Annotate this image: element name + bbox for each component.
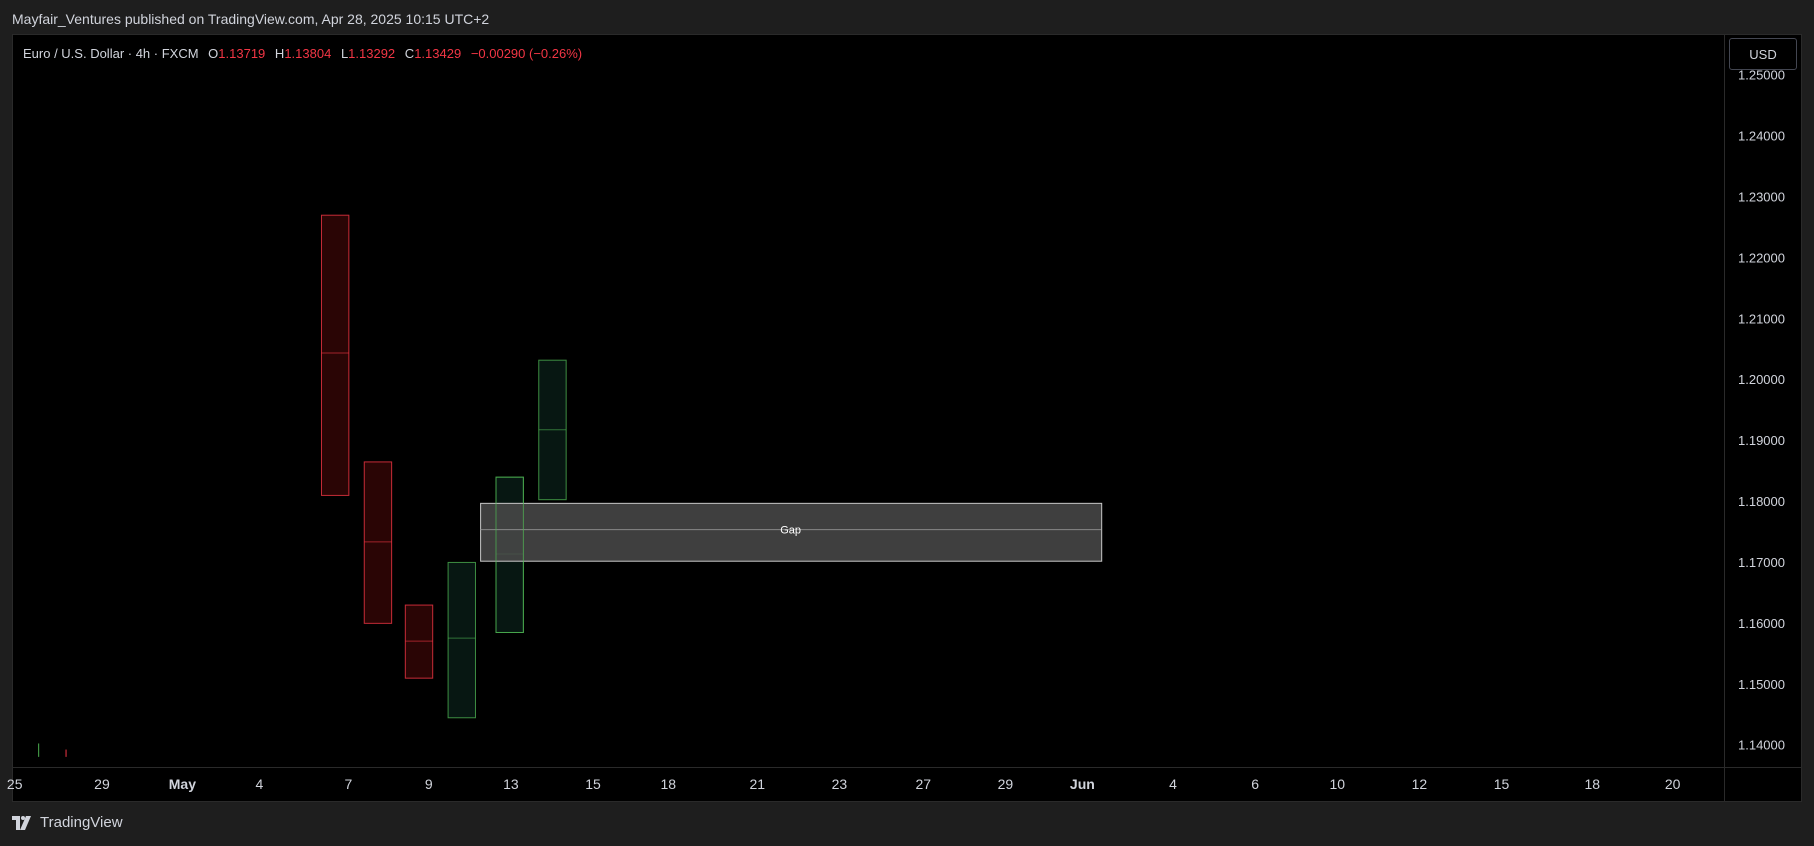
time-tick-label: 23	[832, 776, 848, 792]
open-label: O	[208, 46, 219, 61]
high-value: 1.13804	[284, 46, 332, 61]
time-tick-label: 13	[503, 776, 519, 792]
close-label: C	[404, 46, 415, 61]
time-tick-label: 9	[425, 776, 433, 792]
low-value: 1.13292	[348, 46, 396, 61]
time-tick-label: Jun	[1070, 776, 1095, 792]
currency-button[interactable]: USD	[1729, 38, 1797, 70]
time-tick-label: 7	[344, 776, 352, 792]
price-tick-label: 1.20000	[1738, 372, 1785, 387]
time-tick-label: 25	[7, 776, 23, 792]
time-tick-label: 6	[1251, 776, 1259, 792]
tradingview-brand[interactable]: TradingView	[12, 814, 123, 831]
bullish-box[interactable]	[447, 561, 476, 719]
symbol-description[interactable]: Euro / U.S. Dollar · 4h · FXCM	[23, 46, 199, 61]
price-tick-label: 1.23000	[1738, 189, 1785, 204]
price-tick-label: 1.24000	[1738, 129, 1785, 144]
time-tick-label: 27	[915, 776, 931, 792]
price-tick-label: 1.14000	[1738, 738, 1785, 753]
time-tick-label: 18	[661, 776, 677, 792]
time-tick-label: 15	[585, 776, 601, 792]
price-tick-label: 1.21000	[1738, 311, 1785, 326]
time-tick-label: 12	[1412, 776, 1428, 792]
price-tick-label: 1.22000	[1738, 250, 1785, 265]
time-tick-label: 4	[1169, 776, 1177, 792]
close-value: 1.13429	[414, 46, 462, 61]
time-tick-label: 4	[255, 776, 263, 792]
time-tick-label: 21	[749, 776, 765, 792]
bearish-box[interactable]	[320, 214, 350, 496]
price-tick-label: 1.15000	[1738, 677, 1785, 692]
high-label: H	[274, 46, 285, 61]
price-tick-label: 1.17000	[1738, 555, 1785, 570]
price-tick-label: 1.19000	[1738, 433, 1785, 448]
price-chart[interactable]: 1.250001.240001.230001.220001.210001.200…	[0, 0, 1814, 846]
tradingview-logo-icon	[12, 815, 31, 830]
time-tick-label: 15	[1494, 776, 1510, 792]
time-tick-label: 20	[1665, 776, 1681, 792]
gap-label: Gap	[780, 525, 801, 537]
time-tick-label: 10	[1330, 776, 1346, 792]
open-value: 1.13719	[218, 46, 266, 61]
tradingview-label: TradingView	[40, 814, 123, 831]
time-tick-label: 29	[94, 776, 110, 792]
time-tick-label: May	[169, 776, 196, 792]
time-tick-label: 18	[1584, 776, 1600, 792]
ohlc-legend: Euro / U.S. Dollar · 4h · FXCM O1.13719 …	[23, 46, 582, 61]
price-tick-label: 1.18000	[1738, 494, 1785, 509]
footer	[0, 802, 1814, 846]
time-tick-label: 29	[998, 776, 1014, 792]
bearish-box[interactable]	[363, 461, 393, 624]
price-change: −0.00290 (−0.26%)	[470, 46, 583, 61]
price-tick-label: 1.16000	[1738, 616, 1785, 631]
